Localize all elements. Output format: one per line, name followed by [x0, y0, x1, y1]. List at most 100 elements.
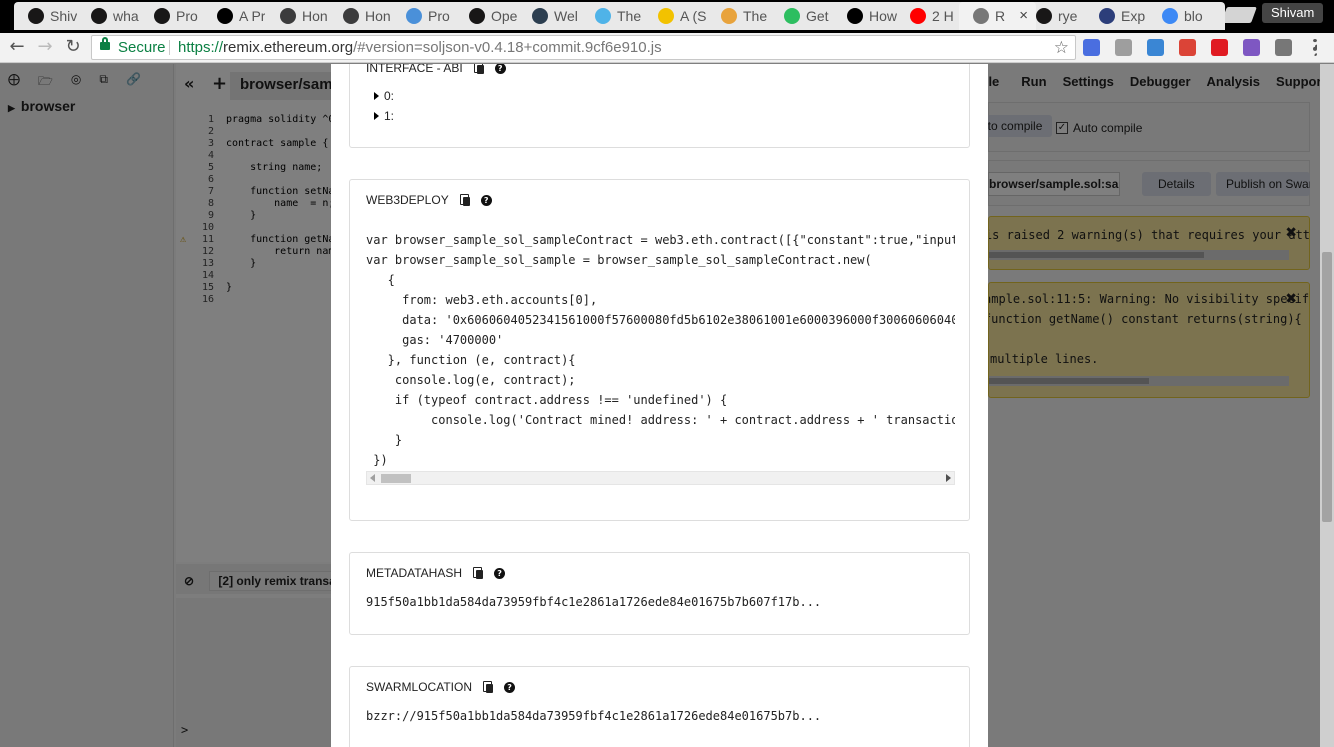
abi-title: INTERFACE - ABI [366, 64, 463, 75]
abi-node-label: 0: [384, 89, 395, 103]
url-text: https://remix.ethereum.org/#version=solj… [178, 36, 662, 59]
scroll-thumb[interactable] [1322, 252, 1332, 522]
bulb-icon[interactable] [1275, 39, 1292, 56]
browser-tab-title: Get [806, 8, 829, 24]
web3deploy-scrollbar[interactable] [366, 471, 955, 485]
address-divider [169, 40, 170, 55]
browser-tab-strip: blo Exp rye R × 2 H How Get The A (S The Wel Ope Pro H… [0, 0, 1334, 33]
contract-details-modal: INTERFACE - ABI ? 0: 1: WEB3DEPLOY ? var… [331, 64, 988, 747]
bitcoin-icon [1099, 8, 1115, 24]
scroll-right-arrow-icon[interactable] [946, 474, 951, 482]
swarmlocation-title: SWARMLOCATION [366, 680, 473, 694]
url-path: /#version=soljson-v0.4.18+commit.9cf6e91… [353, 39, 662, 56]
gmail-icon[interactable] [1115, 39, 1132, 56]
browser-tab-title: The [743, 8, 768, 24]
copy-icon[interactable] [473, 64, 484, 74]
code-line: var browser_sample_sol_sampleContract = … [366, 233, 955, 247]
browser-tab-title: wha [113, 8, 139, 24]
notes-icon [721, 8, 737, 24]
browser-tab-title: How [869, 8, 898, 24]
caret-right-icon [374, 112, 379, 120]
browser-tab-title: Hon [365, 8, 391, 24]
opera-icon[interactable] [1211, 39, 1228, 56]
swarmlocation-value: bzzr://915f50a1bb1da584da73959fbf4c1e286… [366, 709, 822, 723]
url-host: remix.ethereum.org [223, 39, 354, 56]
new-tab-button[interactable] [1221, 7, 1257, 23]
browser-tab-title: The [617, 8, 642, 24]
code-line: if (typeof contract.address !== 'undefin… [366, 393, 728, 407]
browser-tab-title: R [995, 8, 1006, 24]
abi-header: INTERFACE - ABI ? [366, 64, 506, 75]
abi-node[interactable]: 1: [374, 109, 394, 123]
secure-label: Secure [118, 39, 166, 56]
github-icon [91, 8, 107, 24]
metadatahash-card: METADATAHASH ? 915f50a1bb1da584da73959fb… [349, 552, 970, 635]
copy-icon[interactable] [459, 194, 470, 206]
copy-icon[interactable] [473, 567, 484, 579]
help-icon[interactable]: ? [504, 681, 516, 693]
code-line: data: '0x6060604052341561000f57600080fd5… [402, 313, 955, 327]
address-bar[interactable]: Secure https://remix.ethereum.org/#versi… [91, 35, 1076, 60]
copy-icon[interactable] [483, 681, 494, 693]
code-line: console.log(e, contract); [366, 373, 576, 387]
code-line: }) [366, 453, 388, 467]
scroll-left-arrow-icon[interactable] [370, 474, 375, 482]
web3deploy-header: WEB3DEPLOY ? [366, 193, 492, 207]
help-icon[interactable]: ? [494, 567, 506, 579]
abi-node[interactable]: 0: [374, 89, 394, 103]
code-line: from: web3.eth.accounts[0], [366, 293, 598, 307]
youtube-icon [910, 8, 926, 24]
url-scheme: https:// [178, 39, 224, 56]
help-icon[interactable]: ? [494, 64, 506, 74]
web3deploy-code[interactable]: var browser_sample_sol_sampleContract = … [366, 230, 955, 470]
bookmark-star-icon[interactable]: ☆ [1054, 36, 1069, 59]
back-icon[interactable]: ← [6, 36, 28, 57]
metadatahash-title: METADATAHASH [366, 566, 463, 580]
chrome-ext-icon[interactable] [1179, 39, 1196, 56]
browser-tab[interactable]: R × [959, 2, 1036, 30]
web3deploy-title: WEB3DEPLOY [366, 193, 449, 207]
ethereum-icon [280, 8, 296, 24]
metadatahash-value: 915f50a1bb1da584da73959fbf4c1e2861a1726e… [366, 595, 822, 609]
browser-tab-title: Exp [1121, 8, 1146, 24]
translate-icon[interactable] [1083, 39, 1100, 56]
scroll-thumb[interactable] [381, 474, 411, 483]
github-icon [469, 8, 485, 24]
browser-tab-title: Shiv [50, 8, 78, 24]
r-badge-icon[interactable] [1243, 39, 1260, 56]
remix-icon [973, 8, 989, 24]
browser-tab-title: Ope [491, 8, 518, 24]
forward-icon[interactable]: → [34, 36, 56, 57]
browser-tab-title: Pro [176, 8, 198, 24]
site-icon [406, 8, 422, 24]
browser-tab-title: blo [1184, 8, 1203, 24]
lock-icon [100, 37, 110, 50]
browser-tab-title: rye [1058, 8, 1078, 24]
code-line: } [366, 433, 403, 447]
browser-tab-title: A (S [680, 8, 707, 24]
code-line: { [366, 273, 395, 287]
blockchain-icon [1162, 8, 1178, 24]
browser-tab-title: Hon [302, 8, 328, 24]
abi-card: INTERFACE - ABI ? 0: 1: [349, 64, 970, 148]
medium-icon [847, 8, 863, 24]
ethereum-icon [343, 8, 359, 24]
evernote-icon [784, 8, 800, 24]
grid-icon [658, 8, 674, 24]
browser-toolbar: ← → ↻ Secure https://remix.ethereum.org/… [0, 33, 1334, 63]
help-icon[interactable]: ? [480, 194, 492, 206]
github-icon [154, 8, 170, 24]
page-scrollbar[interactable] [1320, 64, 1334, 747]
reload-icon[interactable]: ↻ [62, 36, 84, 57]
seven-icon [595, 8, 611, 24]
swarmlocation-card: SWARMLOCATION ? bzzr://915f50a1bb1da584d… [349, 666, 970, 747]
browser-tab-title: A Pr [239, 8, 266, 24]
menu-dots-icon[interactable] [1313, 39, 1317, 56]
profile-button[interactable]: Shivam [1262, 3, 1324, 23]
window-icon[interactable] [1147, 39, 1164, 56]
code-line: }, function (e, contract){ [366, 353, 576, 367]
browser-tab[interactable]: Shiv [14, 2, 91, 30]
github-icon [1036, 8, 1052, 24]
metadatahash-header: METADATAHASH ? [366, 566, 506, 580]
close-tab-icon[interactable]: × [1019, 7, 1028, 24]
